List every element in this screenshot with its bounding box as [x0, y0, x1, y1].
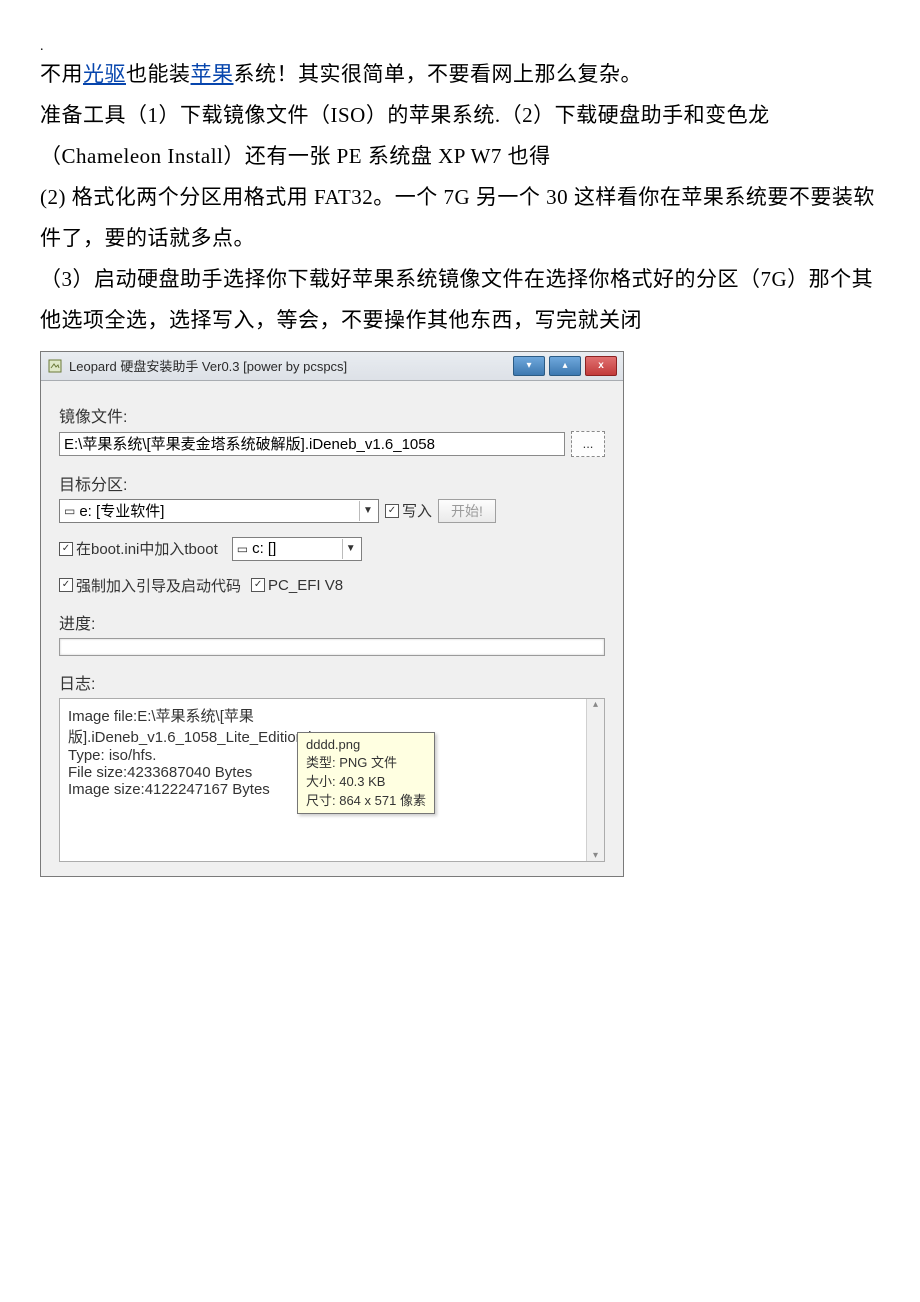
chevron-down-icon: ▼	[359, 501, 376, 521]
browse-button[interactable]: ...	[571, 431, 605, 457]
paragraph-1: 不用光驱也能装苹果系统！其实很简单，不要看网上那么复杂。	[40, 54, 880, 95]
tooltip-dimensions: 尺寸: 864 x 571 像素	[306, 790, 426, 809]
article-body: . 不用光驱也能装苹果系统！其实很简单，不要看网上那么复杂。 准备工具（1）下载…	[40, 40, 880, 341]
paragraph-2: 准备工具（1）下载镜像文件（ISO）的苹果系统.（2）下载硬盘助手和变色龙（Ch…	[40, 95, 880, 177]
tooltip-type: 类型: PNG 文件	[306, 752, 426, 771]
image-file-label: 镜像文件:	[59, 403, 605, 427]
force-boot-checkbox[interactable]: ✓强制加入引导及启动代码	[59, 575, 241, 596]
link-optical-drive[interactable]: 光驱	[83, 62, 126, 86]
title-bar[interactable]: Leopard 硬盘安装助手 Ver0.3 [power by pcspcs] …	[41, 352, 623, 381]
image-file-input[interactable]: E:\苹果系统\[苹果麦金塔系统破解版].iDeneb_v1.6_1058	[59, 432, 565, 456]
start-button[interactable]: 开始!	[438, 499, 496, 523]
disk-icon: ▭	[64, 504, 75, 518]
target-partition-combo[interactable]: ▭ e: [专业软件] ▼	[59, 499, 379, 523]
app-window: Leopard 硬盘安装助手 Ver0.3 [power by pcspcs] …	[40, 351, 624, 877]
paragraph-3: (2) 格式化两个分区用格式用 FAT32。一个 7G 另一个 30 这样看你在…	[40, 177, 880, 259]
chevron-down-icon: ▼	[342, 539, 359, 559]
pc-efi-checkbox[interactable]: ✓PC_EFI V8	[251, 577, 343, 594]
leading-dot: .	[40, 40, 880, 54]
tooltip-size: 大小: 40.3 KB	[306, 771, 426, 790]
bootini-checkbox[interactable]: ✓在boot.ini中加入tboot	[59, 538, 218, 559]
disk-icon: ▭	[237, 542, 248, 556]
link-apple[interactable]: 苹果	[191, 62, 234, 86]
file-tooltip: dddd.png 类型: PNG 文件 大小: 40.3 KB 尺寸: 864 …	[297, 732, 435, 814]
log-line: Image file:E:\苹果系统\[苹果	[68, 705, 596, 726]
minimize-button[interactable]: ▾	[513, 356, 545, 376]
progress-bar	[59, 638, 605, 656]
maximize-button[interactable]: ▴	[549, 356, 581, 376]
close-button[interactable]: x	[585, 356, 617, 376]
progress-label: 进度:	[59, 610, 605, 634]
log-label: 日志:	[59, 670, 605, 694]
boot-drive-combo[interactable]: ▭ c: [] ▼	[232, 537, 362, 561]
app-icon	[47, 358, 63, 374]
paragraph-4: （3）启动硬盘助手选择你下载好苹果系统镜像文件在选择你格式好的分区（7G）那个其…	[40, 259, 880, 341]
window-title: Leopard 硬盘安装助手 Ver0.3 [power by pcspcs]	[69, 356, 513, 375]
target-partition-label: 目标分区:	[59, 471, 605, 495]
tooltip-filename: dddd.png	[306, 737, 426, 752]
write-checkbox[interactable]: ✓写入	[385, 500, 432, 521]
scrollbar[interactable]: ▴▾	[586, 699, 604, 861]
